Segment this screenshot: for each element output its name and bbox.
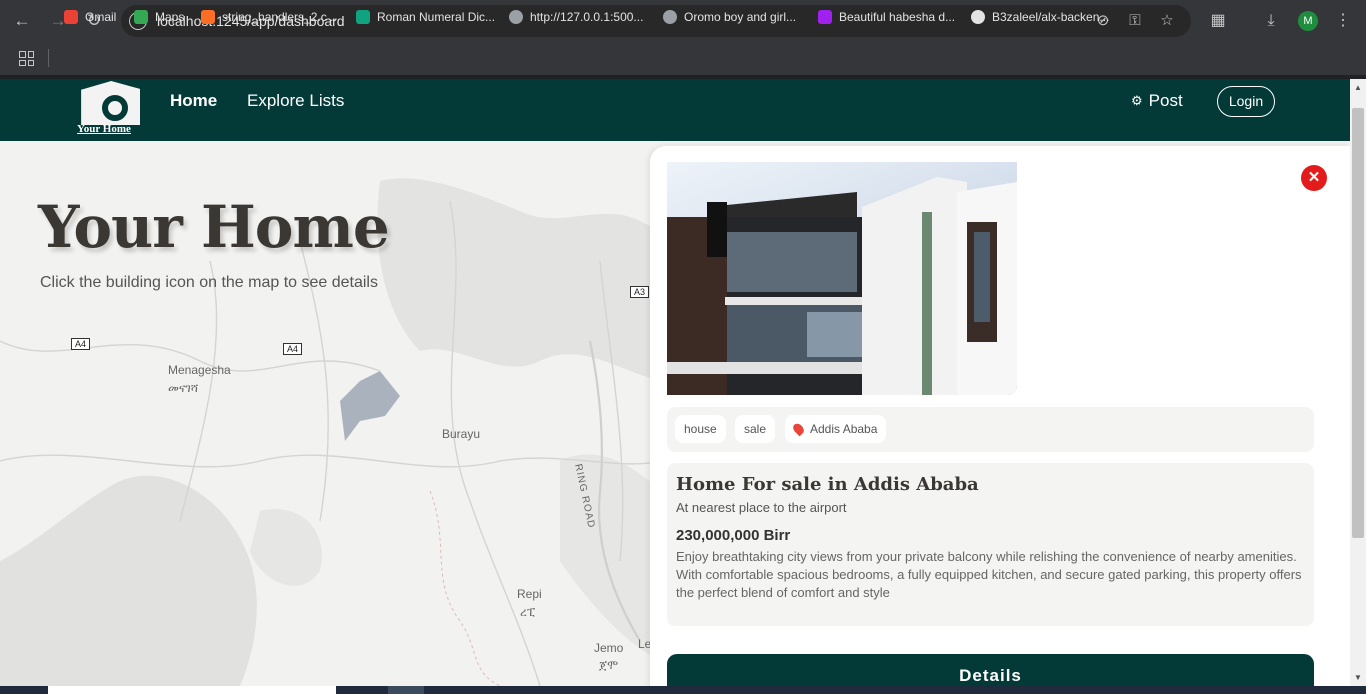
listing-photo: [667, 162, 1017, 395]
star-icon[interactable]: ☆: [1158, 12, 1176, 30]
site-navbar: Your Home Home Explore Lists ⚙ Post Logi…: [0, 79, 1350, 141]
bookmark-github[interactable]: B3zaleel/alx-backen...: [971, 8, 1109, 26]
site-logo[interactable]: Your Home: [76, 81, 140, 137]
place-label: ጀሞ: [599, 658, 619, 672]
listing-detail-panel: ✕ house sale Addis Ababa Home For sale i…: [650, 146, 1350, 686]
post-icon: ⚙: [1131, 93, 1143, 108]
gitlab-icon: [201, 10, 215, 24]
bookmarks-bar: [0, 42, 1366, 76]
bookmarks-divider: [48, 49, 49, 67]
scrollbar-thumb[interactable]: [1352, 108, 1364, 538]
apps-icon[interactable]: [19, 51, 34, 66]
scroll-up-icon[interactable]: ▲: [1352, 82, 1364, 94]
place-label: ረፒ: [520, 605, 536, 619]
location-pin-icon: [791, 421, 806, 437]
menu-icon[interactable]: ⋮: [1332, 10, 1354, 32]
hero-subtitle: Click the building icon on the map to se…: [40, 274, 378, 291]
listing-info: Home For sale in Addis Ababa At nearest …: [667, 463, 1314, 626]
nav-post[interactable]: ⚙ Post: [1131, 91, 1183, 111]
road-shield: A3: [630, 286, 650, 298]
nav-post-label: Post: [1148, 91, 1183, 110]
map[interactable]: Your Home Click the building icon on the…: [0, 141, 660, 686]
back-icon[interactable]: ←: [10, 9, 34, 33]
tag-purpose: sale: [735, 415, 776, 443]
bookmark-habesha[interactable]: Beautiful habesha d...: [818, 8, 955, 26]
bookmark-favicon-icon: [818, 10, 832, 24]
github-icon: [971, 10, 985, 24]
tag-location: Addis Ababa: [785, 415, 887, 443]
listing-title: Home For sale in Addis Ababa: [676, 474, 979, 495]
details-button[interactable]: Details: [667, 654, 1314, 686]
login-button[interactable]: Login: [1217, 86, 1275, 117]
listing-tags: house sale Addis Ababa: [667, 407, 1314, 452]
taskbar-search[interactable]: [48, 686, 336, 694]
key-logo-icon: [102, 95, 128, 121]
place-label: Menagesha: [168, 363, 231, 377]
maps-icon: [134, 10, 148, 24]
globe-icon: [663, 10, 677, 24]
taskbar-app[interactable]: [388, 686, 424, 694]
listing-description: Enjoy breathtaking city views from your …: [676, 549, 1302, 600]
bookmark-roman-numeral[interactable]: Roman Numeral Dic...: [356, 8, 495, 26]
place-label: Burayu: [442, 427, 481, 441]
tag-type: house: [675, 415, 726, 443]
os-taskbar: [0, 686, 1366, 694]
listing-price: 230,000,000 Birr: [676, 527, 791, 544]
extensions-icon[interactable]: ▦: [1207, 10, 1229, 32]
bookmark-oromo[interactable]: Oromo boy and girl...: [663, 8, 796, 26]
close-button[interactable]: ✕: [1301, 165, 1327, 191]
place-label: Repi: [517, 587, 542, 601]
key-icon[interactable]: ⚿: [1126, 12, 1144, 30]
road-shield: A4: [71, 338, 91, 350]
download-icon[interactable]: ⤓: [1260, 10, 1282, 32]
page-viewport: Your Home Click the building icon on the…: [0, 79, 1350, 686]
scroll-down-icon[interactable]: ▼: [1352, 672, 1364, 684]
house-photo-image: [667, 177, 1017, 395]
tag-location-label: Addis Ababa: [810, 422, 878, 436]
bookmark-string-handlers[interactable]: string_handlers_2.c ...: [201, 8, 340, 26]
place-label: መናገሻ: [168, 381, 199, 395]
place-label: Jemo: [594, 641, 624, 655]
nav-explore-lists[interactable]: Explore Lists: [247, 91, 344, 111]
globe-icon: [509, 10, 523, 24]
chatgpt-icon: [356, 10, 370, 24]
logo-caption: Your Home: [77, 123, 131, 135]
bookmark-gmail[interactable]: Gmail: [64, 8, 116, 26]
gmail-icon: [64, 10, 78, 24]
profile-avatar[interactable]: M: [1298, 11, 1318, 31]
bookmark-maps[interactable]: Maps: [134, 8, 184, 26]
hero-title: Your Home: [38, 193, 390, 261]
nav-home[interactable]: Home: [170, 91, 217, 111]
road-shield: A4: [283, 343, 303, 355]
bookmark-localhost[interactable]: http://127.0.0.1:500...: [509, 8, 643, 26]
listing-subtitle: At nearest place to the airport: [676, 500, 847, 515]
